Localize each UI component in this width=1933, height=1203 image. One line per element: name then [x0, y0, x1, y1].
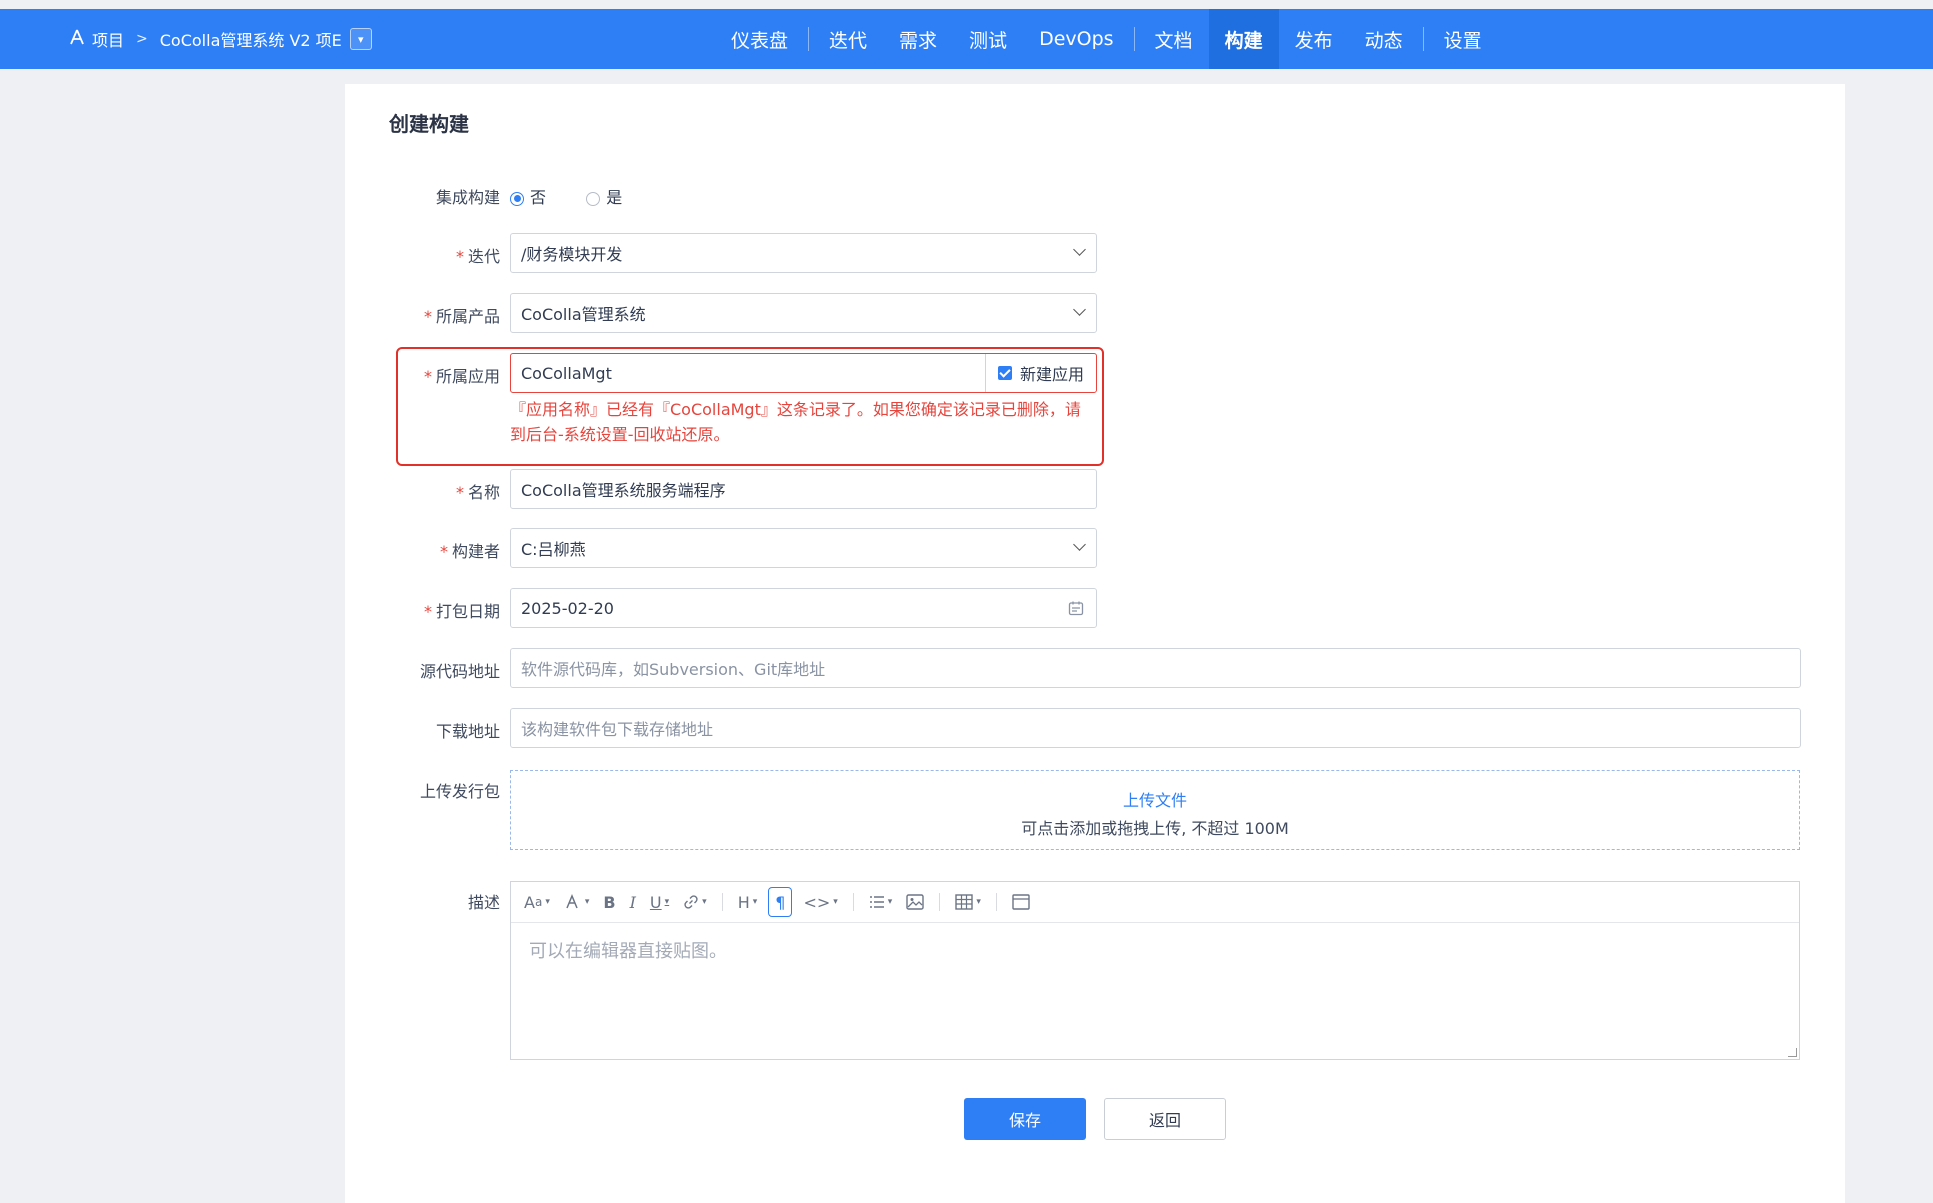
resize-handle-icon[interactable]: [1788, 1048, 1797, 1057]
fullscreen-icon[interactable]: [1009, 888, 1033, 916]
heading-icon[interactable]: H ▾: [735, 888, 761, 916]
nav-divider: [1133, 27, 1135, 51]
nav-settings[interactable]: 设置: [1428, 9, 1498, 69]
builder-select[interactable]: C:吕柳燕: [510, 528, 1097, 568]
nav-devops[interactable]: DevOps: [1023, 9, 1129, 69]
new-app-label: 新建应用: [1019, 365, 1084, 384]
product-select[interactable]: CoColla管理系统: [510, 293, 1097, 333]
toolbar-divider: [939, 893, 941, 911]
date-value: 2025-02-20: [521, 598, 614, 618]
source-input[interactable]: 软件源代码库，如Subversion、Git库地址: [510, 648, 1801, 688]
nav-test[interactable]: 测试: [953, 9, 1023, 69]
nav-divider: [1422, 27, 1424, 51]
toolbar-divider: [721, 893, 723, 911]
upload-link[interactable]: 上传文件: [511, 787, 1799, 811]
toolbar-divider: [852, 893, 854, 911]
editor-toolbar: Aa ▾ ▾ B I U ▾ ▾ H ▾ ¶ <> ▾ ▾ ▾: [511, 882, 1799, 923]
download-label: 下载地址: [435, 722, 500, 741]
nav-iteration[interactable]: 迭代: [813, 9, 883, 69]
italic-icon[interactable]: I: [627, 888, 639, 916]
nav-dashboard[interactable]: 仪表盘: [715, 9, 804, 69]
description-editor: Aa ▾ ▾ B I U ▾ ▾ H ▾ ¶ <> ▾ ▾ ▾ 可以在编辑器直接…: [510, 881, 1800, 1060]
download-input[interactable]: 该构建软件包下载存储地址: [510, 708, 1801, 748]
chevron-down-icon: [1073, 243, 1086, 256]
font-size-icon[interactable]: Aa ▾: [521, 888, 553, 916]
breadcrumb-project-name[interactable]: CoColla管理系统 V2 项E: [160, 27, 342, 51]
nav-build[interactable]: 构建: [1208, 9, 1279, 69]
project-icon: [70, 29, 84, 49]
integrated-build-label: 集成构建: [435, 188, 500, 207]
nav-release[interactable]: 发布: [1279, 9, 1349, 69]
builder-label: * 构建者: [439, 542, 500, 561]
description-label: 描述: [467, 893, 500, 912]
builder-value: C:吕柳燕: [521, 540, 586, 559]
underline-icon[interactable]: U ▾: [647, 888, 672, 916]
checkbox-checked-icon: [997, 366, 1012, 380]
project-switch-chevron-down-icon[interactable]: ▾: [349, 28, 372, 50]
product-value: CoColla管理系统: [521, 305, 646, 324]
breadcrumb-separator: >: [136, 31, 148, 47]
name-value: CoColla管理系统服务端程序: [521, 481, 726, 500]
main-nav: 仪表盘 迭代 需求 测试 DevOps 文档 构建 发布 动态 设置: [715, 9, 1498, 69]
description-placeholder: 可以在编辑器直接贴图。: [529, 941, 727, 962]
name-input[interactable]: CoColla管理系统服务端程序: [510, 469, 1097, 509]
nav-doc[interactable]: 文档: [1139, 9, 1209, 69]
chevron-down-icon: [1073, 538, 1086, 551]
integrated-build-options: 否 是: [510, 184, 622, 208]
source-label: 源代码地址: [419, 662, 500, 681]
download-placeholder: 该构建软件包下载存储地址: [521, 720, 714, 739]
product-label: * 所属产品: [423, 307, 500, 326]
page-title: 创建构建: [389, 112, 469, 136]
integrated-yes-radio[interactable]: [586, 191, 601, 206]
iteration-label: * 迭代: [455, 247, 500, 266]
calendar-icon[interactable]: [1068, 600, 1084, 620]
upload-dropzone[interactable]: 上传文件 可点击添加或拖拽上传, 不超过 100M: [510, 770, 1800, 850]
nav-activity[interactable]: 动态: [1349, 9, 1419, 69]
code-icon[interactable]: <> ▾: [800, 888, 840, 916]
new-app-checkbox[interactable]: 新建应用: [985, 354, 1096, 392]
app-error-line-2: 到后台-系统设置-回收站还原。: [510, 425, 730, 444]
image-icon[interactable]: [903, 888, 927, 916]
app-error-line-1: 『应用名称』已经有『CoCollaMgt』这条记录了。如果您确定该记录已删除，请: [510, 400, 1081, 419]
name-label: * 名称: [455, 483, 500, 502]
iteration-select[interactable]: /财务模块开发: [510, 233, 1097, 273]
save-button[interactable]: 保存: [964, 1098, 1086, 1140]
chevron-down-icon: [1073, 303, 1086, 316]
date-picker[interactable]: 2025-02-20: [510, 588, 1097, 628]
source-placeholder: 软件源代码库，如Subversion、Git库地址: [521, 660, 826, 679]
nav-requirement[interactable]: 需求: [883, 9, 953, 69]
app-input[interactable]: CoCollaMgt 新建应用: [510, 353, 1097, 393]
app-label: * 所属应用: [423, 367, 500, 386]
font-color-icon[interactable]: ▾: [561, 888, 593, 916]
breadcrumb-project[interactable]: 项目: [92, 27, 124, 51]
integrated-yes-label[interactable]: 是: [606, 188, 622, 207]
table-icon[interactable]: ▾: [952, 888, 984, 916]
integrated-no-radio[interactable]: [510, 191, 524, 206]
upload-label: 上传发行包: [419, 782, 500, 801]
app-error-message: 『应用名称』已经有『CoCollaMgt』这条记录了。如果您确定该记录已删除，请…: [510, 397, 1095, 447]
list-icon[interactable]: ▾: [866, 888, 896, 916]
link-icon[interactable]: ▾: [680, 888, 710, 916]
iteration-value: /财务模块开发: [521, 245, 623, 264]
bold-icon[interactable]: B: [600, 888, 618, 916]
nav-divider: [808, 27, 810, 51]
upload-tip: 可点击添加或拖拽上传, 不超过 100M: [1021, 819, 1289, 838]
integrated-no-label[interactable]: 否: [530, 188, 546, 207]
description-textarea[interactable]: 可以在编辑器直接贴图。: [511, 923, 1799, 977]
breadcrumb: 项目 > CoColla管理系统 V2 项E ▾: [70, 9, 372, 69]
app-value: CoCollaMgt: [521, 363, 612, 383]
create-build-panel: 创建构建 集成构建 否 是 * 迭代 /财务模块开发 * 所属产品 CoColla管…: [345, 84, 1845, 1203]
back-button[interactable]: 返回: [1104, 1098, 1226, 1140]
date-label: * 打包日期: [423, 602, 500, 621]
top-navbar: 项目 > CoColla管理系统 V2 项E ▾ 仪表盘 迭代 需求 测试 De…: [0, 9, 1933, 69]
paragraph-icon[interactable]: ¶: [768, 887, 793, 917]
toolbar-divider: [995, 893, 997, 911]
